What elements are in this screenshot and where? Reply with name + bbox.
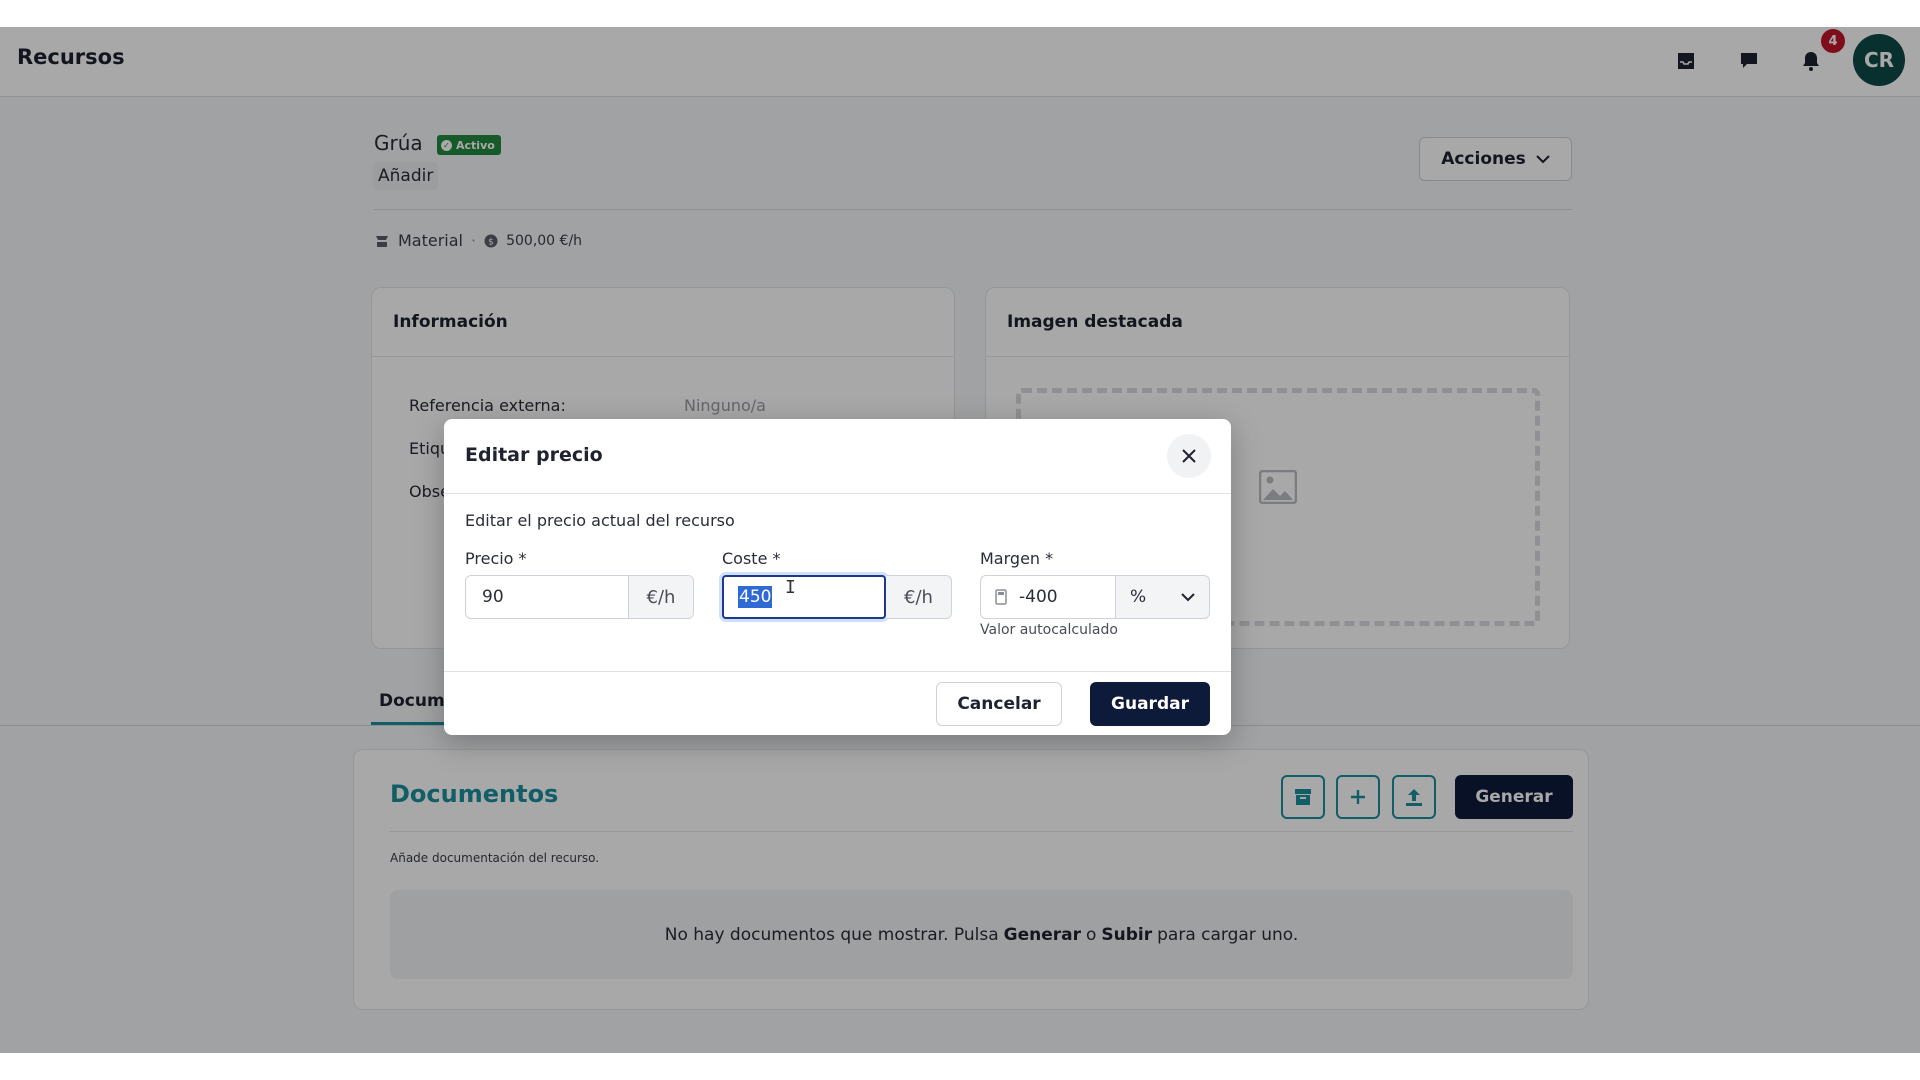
calculator-icon (995, 589, 1007, 605)
margin-label: Margen * (980, 549, 1054, 568)
cancel-button[interactable]: Cancelar (936, 682, 1062, 726)
price-input[interactable]: 90 (466, 576, 628, 618)
chevron-down-icon (1181, 592, 1195, 601)
cost-unit: €/h (886, 575, 952, 619)
margin-unit: % (1130, 587, 1147, 607)
price-unit: €/h (628, 576, 693, 618)
close-button[interactable] (1167, 434, 1211, 478)
edit-price-modal: Editar precio Editar el precio actual de… (444, 419, 1231, 735)
modal-footer-divider (444, 671, 1231, 672)
modal-description: Editar el precio actual del recurso (465, 511, 735, 530)
margin-input: -400 (980, 575, 1116, 619)
close-icon (1182, 449, 1196, 463)
modal-header-divider (444, 493, 1231, 494)
margin-value: -400 (1019, 587, 1058, 607)
margin-hint: Valor autocalculado (980, 622, 1118, 638)
price-label: Precio * (465, 549, 527, 568)
modal-title: Editar precio (465, 444, 603, 466)
cost-value-selected: 450 (738, 586, 773, 608)
price-field[interactable]: 90 €/h (465, 575, 694, 619)
text-cursor-icon: I (785, 577, 796, 598)
cost-label: Coste * (722, 549, 781, 568)
save-button[interactable]: Guardar (1090, 682, 1210, 726)
margin-unit-select[interactable]: % (1115, 575, 1210, 619)
cost-input[interactable]: 450 (722, 575, 886, 619)
